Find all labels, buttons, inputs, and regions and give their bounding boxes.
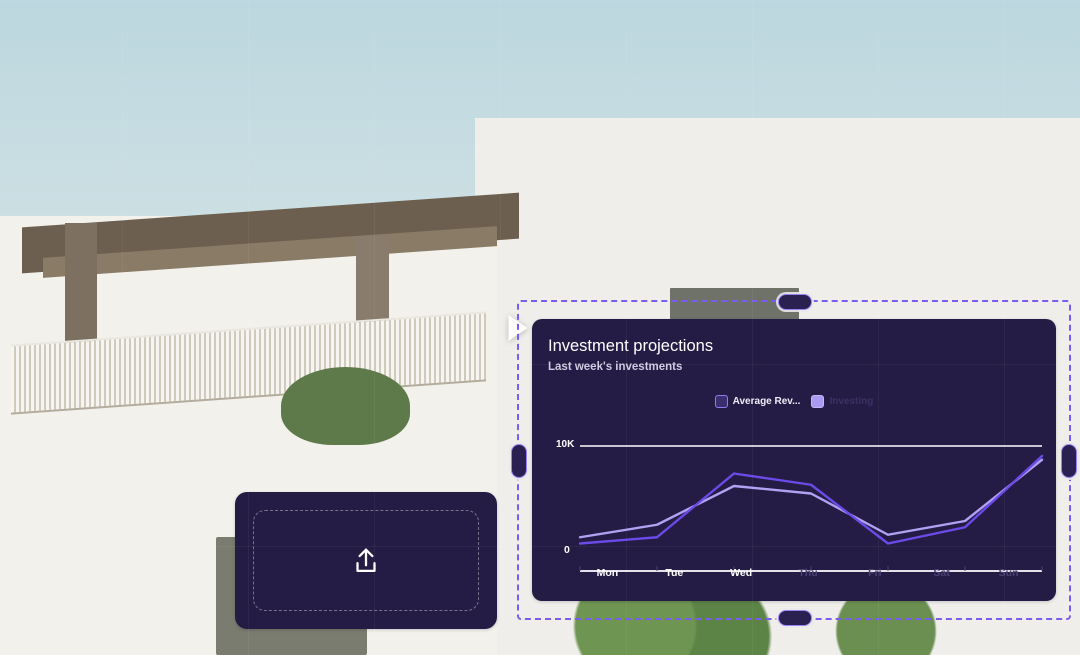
x-tick-thu: Thu	[798, 567, 818, 579]
resize-handle-right[interactable]	[1061, 444, 1077, 478]
file-upload-card[interactable]	[235, 492, 497, 629]
resize-handle-top[interactable]	[778, 294, 812, 310]
legend-label: Investing	[829, 396, 874, 407]
resize-handle-bottom[interactable]	[778, 610, 812, 626]
x-tick-mon: Mon	[596, 567, 619, 579]
x-tick-sat: Sat	[933, 567, 950, 579]
legend-item-average-revenue[interactable]: Average Rev...	[714, 395, 801, 408]
investment-chart-card: Investment projections Last week's inves…	[532, 319, 1056, 601]
legend-label: Average Rev...	[732, 396, 801, 407]
chart-series-line	[578, 458, 1044, 539]
resize-handle-left[interactable]	[511, 444, 527, 478]
chart-title: Investment projections	[548, 337, 714, 355]
building-photo	[0, 0, 1080, 655]
x-tick-tue: Tue	[665, 567, 684, 579]
upload-dropzone[interactable]	[253, 510, 479, 611]
media-preview-card[interactable]	[0, 0, 1080, 655]
x-tick-fri: Fri	[868, 567, 882, 579]
chart-subtitle: Last week's investments	[548, 361, 683, 373]
x-tick-sun: Sun	[998, 567, 1019, 579]
legend-swatch-icon	[714, 395, 728, 408]
x-axis-labels: Mon Tue Wed Thu Fri Sat Sun	[574, 567, 1042, 579]
chart-series-line	[578, 454, 1044, 545]
chart-legend: Average Rev... Investing	[532, 395, 1056, 408]
legend-item-investing[interactable]: Investing	[811, 395, 873, 408]
legend-swatch-icon	[811, 395, 825, 408]
upload-arrow-icon	[356, 548, 376, 572]
dashboard-canvas: Total investment USD 110.00 See more Tot…	[0, 0, 1080, 655]
x-tick-wed: Wed	[730, 567, 753, 579]
